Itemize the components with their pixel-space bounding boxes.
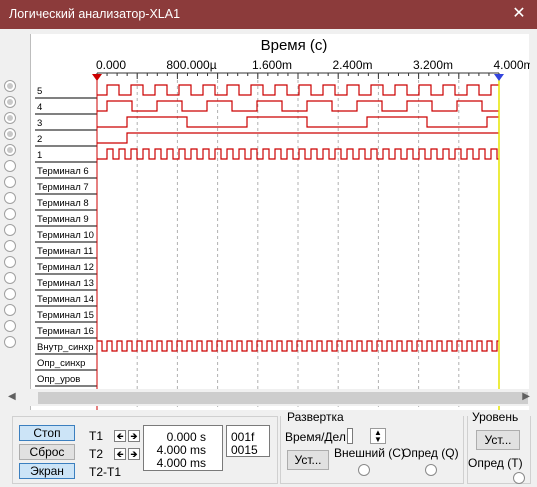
title-bar: Логический анализатор-XLA1 ✕: [0, 0, 537, 29]
reset-button[interactable]: Сброс: [19, 444, 75, 460]
t1-right-arrow-icon[interactable]: 🡺: [128, 430, 140, 442]
time-tick-label: 800.000µ: [166, 58, 216, 72]
channel-radio[interactable]: [4, 320, 16, 332]
sweep-group: Развертка Время/Дел ▲ ▼ Уст... Внешний (С…: [280, 410, 464, 484]
channel-label: Терминал 11: [37, 246, 93, 257]
channel-radio[interactable]: [4, 240, 16, 252]
channel-radio[interactable]: [4, 272, 16, 284]
time-tick-label: 1.600m: [252, 58, 292, 72]
channel-radio[interactable]: [4, 304, 16, 316]
channel-label: Терминал 14: [37, 294, 94, 305]
sweep-title: Развертка: [287, 410, 344, 424]
channel-label: Опр_синхр: [37, 358, 85, 369]
channel-radio[interactable]: [4, 160, 16, 172]
level-group: Уровень Уст... Опред (Т): [467, 410, 531, 484]
channel-label: 5: [37, 86, 42, 97]
t2-label: T2: [89, 447, 104, 461]
time-div-slider[interactable]: [347, 428, 353, 444]
sweep-set-button[interactable]: Уст...: [287, 450, 329, 470]
determ-q-label: Опред (Q): [402, 446, 459, 460]
determ-t-label: Опред (Т): [468, 456, 523, 470]
time-tick-label: 2.400m: [332, 58, 372, 72]
t2-t1-label: T2-T1: [89, 465, 122, 479]
channel-label: Терминал 10: [37, 230, 94, 241]
channel-label: 4: [37, 102, 42, 113]
time-tick-label: 0.000: [96, 58, 126, 72]
channel-label: Терминал 15: [37, 310, 94, 321]
channel-label: Опр_уров: [37, 374, 80, 385]
time-tick-label: 4.000m: [493, 58, 530, 72]
channel-label: 3: [37, 118, 42, 129]
hex-readout: 001f 0015: [226, 425, 270, 457]
channel-radio-column: [2, 29, 18, 409]
window-title: Логический анализатор-XLA1: [9, 7, 181, 21]
scroll-left-icon[interactable]: ◀: [8, 391, 16, 402]
axis-title: Время (с): [261, 37, 328, 54]
channel-label: Терминал 6: [37, 166, 89, 177]
channel-radio[interactable]: [4, 176, 16, 188]
hex-value-1: 001f: [231, 430, 255, 444]
channel-radio[interactable]: [4, 112, 16, 124]
level-set-button[interactable]: Уст...: [476, 430, 520, 450]
time-tick-label: 3.200m: [413, 58, 453, 72]
screen-button[interactable]: Экран: [19, 463, 75, 479]
channel-label: Терминал 16: [37, 326, 94, 337]
close-icon[interactable]: ✕: [509, 4, 529, 24]
t1-label: T1: [89, 429, 104, 443]
scope-display: Время (с) 0.000 800.000µ 1.600m 2.400m 3.200m…: [30, 34, 530, 410]
t2-right-arrow-icon[interactable]: 🡺: [128, 448, 140, 460]
channel-label: Терминал 7: [37, 182, 89, 193]
determ-q-radio[interactable]: [425, 464, 437, 476]
time-div-label: Время/Дел: [285, 430, 346, 444]
control-area: Стоп Сброс Экран T1 T2 T2-T1 🡸 🡺 🡸 🡺 0.0…: [0, 410, 537, 487]
scope-svg: Время (с) 0.000 800.000µ 1.600m 2.400m 3.200m…: [35, 37, 530, 410]
channel-radio[interactable]: [4, 336, 16, 348]
channel-radio[interactable]: [4, 256, 16, 268]
stop-button[interactable]: Стоп: [19, 425, 75, 441]
determ-t-radio[interactable]: [513, 472, 525, 484]
channel-label: Терминал 12: [37, 262, 94, 273]
level-title: Уровень: [472, 410, 519, 424]
external-label: Внешний (С): [334, 446, 405, 460]
scroll-thumb[interactable]: [38, 392, 528, 404]
t1-left-arrow-icon[interactable]: 🡸: [114, 430, 126, 442]
channel-label: 2: [37, 134, 42, 145]
channel-label: Терминал 8: [37, 198, 89, 209]
scroll-right-icon[interactable]: ▶: [522, 391, 530, 402]
channel-label: Внутр_синхр: [37, 342, 94, 353]
cursor-2-marker: [494, 74, 504, 81]
channel-label: Терминал 9: [37, 214, 89, 225]
external-radio[interactable]: [358, 464, 370, 476]
channel-radio[interactable]: [4, 288, 16, 300]
channel-radio[interactable]: [4, 224, 16, 236]
channel-radio[interactable]: [4, 128, 16, 140]
cursor-group: Стоп Сброс Экран T1 T2 T2-T1 🡸 🡺 🡸 🡺 0.0…: [12, 416, 278, 484]
t1-value: 0.000 s: [166, 430, 206, 444]
t2-value: 4.000 ms: [156, 443, 206, 457]
channel-radio[interactable]: [4, 192, 16, 204]
channel-radio[interactable]: [4, 144, 16, 156]
channel-label: 1: [37, 150, 42, 161]
cursor-1-marker: [92, 74, 102, 81]
time-div-spinner[interactable]: ▲ ▼: [370, 428, 386, 444]
t2-left-arrow-icon[interactable]: 🡸: [114, 448, 126, 460]
channel-radio[interactable]: [4, 96, 16, 108]
dt-value: 4.000 ms: [156, 456, 206, 470]
channel-radio[interactable]: [4, 80, 16, 92]
hex-value-2: 0015: [231, 443, 258, 457]
horizontal-scrollbar[interactable]: ◀ ▶: [4, 389, 533, 406]
time-readout: 0.000 s 4.000 ms 4.000 ms: [143, 425, 223, 471]
channel-radio[interactable]: [4, 208, 16, 220]
analyzer-panel: Время (с) 0.000 800.000µ 1.600m 2.400m 3.200m…: [0, 29, 537, 410]
channel-label: Терминал 13: [37, 278, 94, 289]
